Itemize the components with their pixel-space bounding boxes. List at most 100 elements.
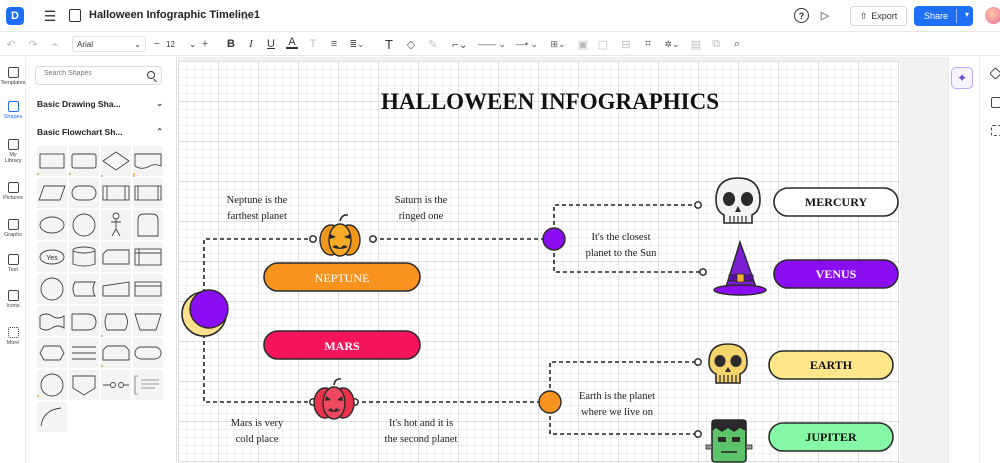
section-basic-drawing[interactable]: Basic Drawing Sha... ⌄ (37, 99, 163, 109)
document-title[interactable]: Halloween Infographic Timeline1 (89, 9, 260, 21)
crop-icon[interactable]: ⌗ (642, 36, 654, 52)
shape-document[interactable] (133, 146, 163, 176)
play-icon[interactable]: ▷ (818, 8, 832, 23)
diagram-page[interactable]: HALLOWEEN INFOGRAPHICS NEPTUNE MARS MERC… (178, 61, 900, 463)
shape-cylinder[interactable] (69, 242, 99, 272)
red-pumpkin-icon[interactable] (313, 378, 355, 420)
export-button[interactable]: ⇧ Export (850, 6, 907, 26)
shape-tape[interactable] (37, 306, 67, 336)
planet-mercury[interactable]: MERCURY (773, 187, 899, 217)
infographic-title[interactable]: HALLOWEEN INFOGRAPHICS (381, 89, 719, 114)
shape-terminal-2[interactable] (133, 338, 163, 368)
pumpkin-icon[interactable] (319, 214, 361, 257)
note-text[interactable]: Saturn is the (395, 195, 448, 206)
shape-internal[interactable] (133, 242, 163, 272)
note-text[interactable]: It's hot and it is (389, 418, 453, 429)
shape-circle-2[interactable] (37, 370, 67, 400)
gold-skull-icon[interactable] (708, 343, 748, 384)
chevron-down-icon[interactable]: ▾ (965, 10, 969, 19)
shape-preparation[interactable] (37, 338, 67, 368)
witch-hat-icon[interactable] (713, 239, 767, 296)
rail-item-text[interactable]: Text (0, 254, 26, 273)
group-icon[interactable]: ▣ (577, 36, 589, 52)
shape-display[interactable] (101, 306, 131, 336)
note-text[interactable]: cold place (236, 434, 279, 445)
note-text[interactable]: It's the closest (591, 232, 650, 243)
find-icon[interactable]: ⌕ (731, 36, 743, 52)
avatar[interactable] (985, 7, 1000, 24)
shape-process[interactable] (37, 146, 67, 176)
shape-delay[interactable] (69, 306, 99, 336)
decrease-font-icon[interactable]: − (152, 36, 162, 52)
planet-neptune[interactable]: NEPTUNE (263, 262, 421, 292)
connector-icon[interactable]: ⌐⌄ (450, 36, 470, 52)
shape-arc[interactable] (37, 402, 67, 432)
note-text[interactable]: the second planet (385, 434, 458, 445)
grid-icon[interactable]: ⊞⌄ (548, 36, 568, 52)
layer-icon[interactable]: ▢ (597, 36, 609, 52)
increase-font-icon[interactable]: + (199, 36, 211, 52)
font-size-select[interactable]: 12 ⌄ (164, 36, 198, 52)
text-clear-icon[interactable]: T (307, 36, 319, 52)
style-fill-icon[interactable] (989, 67, 1000, 80)
shape-circle[interactable] (69, 210, 99, 240)
line-style-select[interactable]: —— ⌄ (477, 36, 507, 52)
shape-database-user[interactable] (133, 210, 163, 240)
italic-icon[interactable]: I (245, 36, 257, 52)
page-setup-icon[interactable] (991, 97, 1000, 108)
drawing-canvas[interactable]: HALLOWEEN INFOGRAPHICS NEPTUNE MARS MERC… (178, 57, 948, 463)
skull-icon[interactable] (715, 177, 761, 224)
shape-terminator[interactable] (69, 178, 99, 208)
junction-orange[interactable] (538, 390, 562, 414)
align-icon[interactable]: ≡ (328, 36, 340, 52)
note-text[interactable]: planet to the Sun (586, 248, 658, 259)
shape-connector[interactable] (37, 274, 67, 304)
rail-item-more[interactable]: More (0, 327, 26, 346)
fill-icon[interactable]: ◇ (405, 36, 417, 52)
font-color-icon[interactable]: A (286, 36, 298, 49)
moon-icon[interactable] (181, 289, 229, 337)
magic-icon[interactable]: ✲⌄ (662, 36, 682, 52)
pen-icon[interactable]: ✎ (427, 36, 439, 52)
shape-loop[interactable] (101, 338, 131, 368)
star-icon[interactable]: ☆ (237, 8, 253, 24)
redo-icon[interactable]: ↷ (27, 36, 39, 52)
app-logo[interactable]: D (6, 7, 24, 25)
copy-style-icon[interactable]: ⧉ (710, 36, 722, 52)
search-input[interactable] (44, 70, 144, 77)
shape-predefined[interactable] (101, 178, 131, 208)
image-icon[interactable]: ▤ (690, 36, 702, 52)
rail-item-library[interactable]: My Library (0, 139, 26, 164)
rail-item-shapes[interactable]: Shapes (0, 101, 26, 120)
shape-card[interactable] (101, 242, 131, 272)
share-button[interactable]: Share ▾ (914, 6, 973, 26)
rail-item-pictures[interactable]: Pictures (0, 182, 26, 201)
line-spacing-icon[interactable]: ≣⌄ (348, 36, 366, 52)
section-basic-flowchart[interactable]: Basic Flowchart Sh... ⌃ (37, 127, 163, 137)
text-tool-icon[interactable]: T (382, 36, 396, 52)
shape-annotation[interactable] (133, 370, 163, 400)
font-family-select[interactable]: Arial ⌄ (72, 36, 146, 52)
note-text[interactable]: Neptune is the (227, 195, 288, 206)
note-text[interactable]: ringed one (399, 211, 444, 222)
note-text[interactable]: farthest planet (227, 211, 287, 222)
planet-venus[interactable]: VENUS (773, 259, 899, 289)
shape-manual-input[interactable] (101, 274, 131, 304)
lock-icon[interactable]: ⊟ (620, 36, 632, 52)
junction-purple[interactable] (542, 227, 566, 251)
shape-card-2[interactable] (133, 274, 163, 304)
underline-icon[interactable]: U (265, 36, 277, 52)
shape-rounded[interactable] (69, 146, 99, 176)
bold-icon[interactable]: B (225, 36, 237, 52)
planet-jupiter[interactable]: JUPITER (768, 422, 894, 452)
menu-icon[interactable]: ☰ (42, 8, 58, 24)
search-icon[interactable] (147, 71, 155, 79)
rail-item-icons[interactable]: Icons (0, 290, 26, 309)
help-icon[interactable]: ? (794, 8, 809, 23)
shape-predefined-2[interactable] (133, 178, 163, 208)
note-text[interactable]: Mars is very (231, 418, 284, 429)
layout-grid-icon[interactable] (991, 125, 1000, 136)
frankenstein-icon[interactable] (705, 419, 753, 463)
format-painter-icon[interactable]: ⌁ (49, 36, 61, 52)
planet-mars[interactable]: MARS (263, 330, 421, 360)
